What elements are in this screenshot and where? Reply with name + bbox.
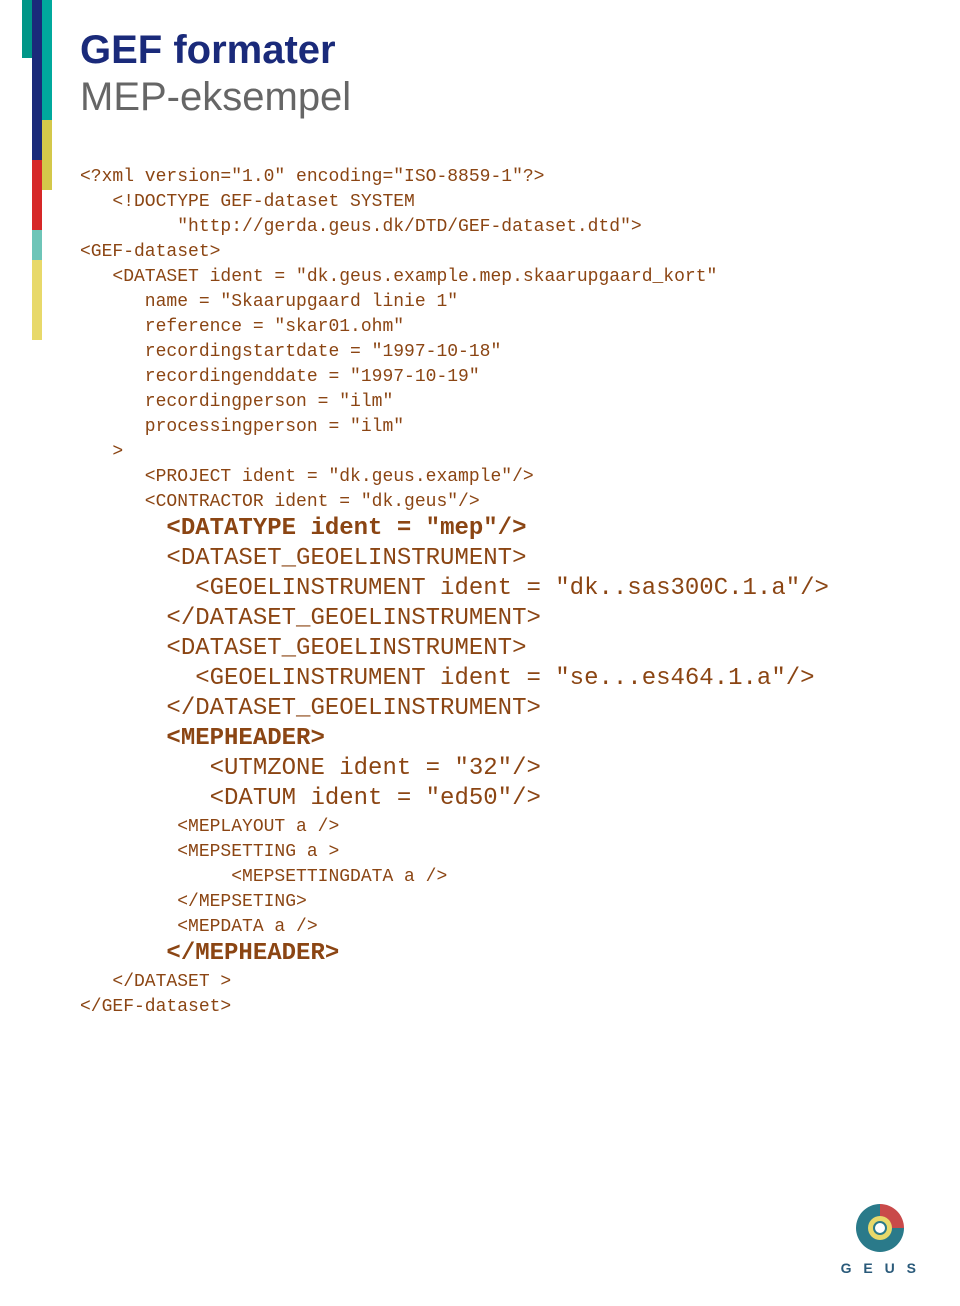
code-line: <UTMZONE ident = "32"/> bbox=[80, 755, 541, 782]
code-line: <DATASET_GEOELINSTRUMENT> bbox=[80, 545, 526, 572]
code-line: recordingstartdate = "1997-10-18" bbox=[80, 342, 501, 362]
code-line: <DATUM ident = "ed50"/> bbox=[80, 785, 541, 812]
code-line: </DATASET_GEOELINSTRUMENT> bbox=[80, 695, 541, 722]
code-line: "http://gerda.geus.dk/DTD/GEF-dataset.dt… bbox=[80, 217, 642, 237]
slide-content: GEF formater MEP-eksempel <?xml version=… bbox=[80, 28, 960, 1019]
code-line: reference = "skar01.ohm" bbox=[80, 317, 404, 337]
stripe bbox=[32, 0, 42, 160]
code-line: </DATASET_GEOELINSTRUMENT> bbox=[80, 605, 541, 632]
code-line: <MEPLAYOUT a /> bbox=[80, 817, 339, 837]
logo-text: G E U S bbox=[841, 1260, 920, 1276]
code-line: </GEF-dataset> bbox=[80, 997, 231, 1017]
code-line-highlight: <MEPHEADER> bbox=[80, 725, 325, 752]
page-subtitle: MEP-eksempel bbox=[80, 75, 960, 120]
code-line: <MEPDATA a /> bbox=[80, 917, 318, 937]
code-line: <DATASET_GEOELINSTRUMENT> bbox=[80, 635, 526, 662]
code-line: <PROJECT ident = "dk.geus.example"/> bbox=[80, 467, 534, 487]
code-line: recordingperson = "ilm" bbox=[80, 392, 393, 412]
code-line-highlight: </MEPHEADER> bbox=[80, 940, 339, 967]
code-line: recordingenddate = "1997-10-19" bbox=[80, 367, 480, 387]
page-title: GEF formater bbox=[80, 28, 960, 73]
code-line: <GEOELINSTRUMENT ident = "se...es464.1.a… bbox=[80, 665, 815, 692]
stripe bbox=[42, 120, 52, 190]
code-line: <MEPSETTING a > bbox=[80, 842, 339, 862]
stripe bbox=[32, 160, 42, 230]
geus-logo: G E U S bbox=[841, 1200, 920, 1276]
stripe bbox=[42, 0, 52, 120]
logo-icon bbox=[852, 1200, 908, 1256]
code-line: <MEPSETTINGDATA a /> bbox=[80, 867, 447, 887]
code-line: <GEF-dataset> bbox=[80, 242, 220, 262]
code-line: <CONTRACTOR ident = "dk.geus"/> bbox=[80, 492, 480, 512]
stripe bbox=[22, 0, 32, 58]
code-line: </MEPSETING> bbox=[80, 892, 307, 912]
code-block: <?xml version="1.0" encoding="ISO-8859-1… bbox=[80, 164, 960, 1019]
stripe bbox=[32, 260, 42, 340]
code-line: > bbox=[80, 442, 123, 462]
code-line: name = "Skaarupgaard linie 1" bbox=[80, 292, 458, 312]
code-line-highlight: <DATATYPE ident = "mep"/> bbox=[80, 515, 527, 542]
code-line: <!DOCTYPE GEF-dataset SYSTEM bbox=[80, 192, 415, 212]
stripe bbox=[32, 230, 42, 260]
code-line: <DATASET ident = "dk.geus.example.mep.sk… bbox=[80, 267, 717, 287]
code-line: processingperson = "ilm" bbox=[80, 417, 404, 437]
code-line: <?xml version="1.0" encoding="ISO-8859-1… bbox=[80, 167, 544, 187]
code-line: </DATASET > bbox=[80, 972, 231, 992]
code-line: <GEOELINSTRUMENT ident = "dk..sas300C.1.… bbox=[80, 575, 829, 602]
